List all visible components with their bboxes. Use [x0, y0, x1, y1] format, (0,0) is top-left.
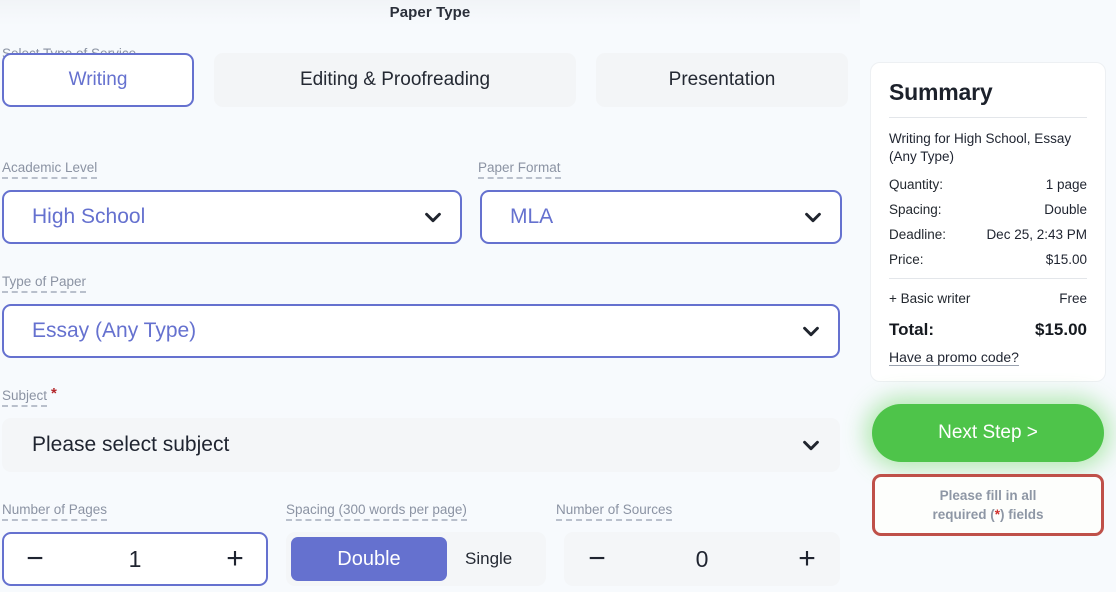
chevron-down-icon — [422, 206, 444, 228]
sources-decrement-button[interactable]: − — [566, 534, 628, 584]
type-of-paper-label-row: Type of Paper — [2, 273, 87, 293]
summary-row-spacing-value: Double — [1044, 202, 1087, 217]
subject-label-row: Subject * — [2, 385, 57, 407]
page-title: Paper Type — [389, 4, 471, 21]
summary-row-quantity-value: 1 page — [1045, 177, 1087, 192]
promo-code-link[interactable]: Have a promo code? — [889, 349, 1019, 366]
spacing-option-single[interactable]: Single — [449, 537, 528, 581]
validation-warning-line1: Please fill in all — [939, 488, 1037, 503]
sources-stepper[interactable]: − 0 + — [564, 532, 840, 586]
service-tab-writing[interactable]: Writing — [2, 53, 194, 107]
sources-increment-button[interactable]: + — [776, 534, 838, 584]
sources-label-row: Number of Sources — [556, 501, 673, 521]
service-tab-writing-label: Writing — [68, 69, 128, 90]
paper-format-label-row: Paper Format — [478, 159, 561, 179]
subject-row: Please select subject — [2, 418, 840, 472]
service-tab-presentation-label: Presentation — [668, 69, 776, 90]
pages-value: 1 — [128, 545, 142, 572]
subject-select[interactable]: Please select subject — [2, 418, 840, 472]
academic-level-select[interactable]: High School — [2, 190, 462, 244]
pages-label-row: Number of Pages — [2, 501, 108, 521]
paper-format-select[interactable]: MLA — [480, 190, 842, 244]
summary-description: Writing for High School, Essay (Any Type… — [889, 131, 1072, 164]
spacing-option-double[interactable]: Double — [291, 537, 447, 581]
sources-value: 0 — [695, 545, 709, 572]
order-form: Select Type of Service Writing Editing &… — [0, 26, 860, 592]
service-tab-presentation[interactable]: Presentation — [596, 53, 848, 107]
academic-level-value: High School — [32, 205, 146, 228]
academic-level-label-row: Academic Level — [2, 159, 98, 179]
required-asterisk: * — [51, 385, 57, 402]
chevron-down-icon — [800, 320, 822, 342]
validation-warning-line2: required (*) fields — [932, 505, 1043, 524]
pages-stepper[interactable]: − 1 + — [2, 532, 268, 586]
pages-label: Number of Pages — [2, 501, 108, 521]
spacing-label: Spacing (300 words per page) — [286, 501, 467, 521]
quantity-controls-row: − 1 + Double Single − 0 + — [2, 532, 840, 586]
summary-row-writer-key: + Basic writer — [889, 291, 971, 306]
type-of-paper-value: Essay (Any Type) — [32, 319, 197, 342]
summary-row-deadline-value: Dec 25, 2:43 PM — [986, 227, 1087, 242]
summary-divider-top — [889, 117, 1087, 118]
level-format-row: High School MLA — [2, 190, 842, 244]
actions: Next Step > Please fill in all required … — [870, 404, 1106, 536]
spacing-label-row: Spacing (300 words per page) — [286, 501, 467, 521]
academic-level-label: Academic Level — [2, 159, 98, 179]
summary-sidebar: Summary Writing for High School, Essay (… — [860, 0, 1116, 592]
summary-row-quantity-key: Quantity: — [889, 177, 944, 192]
validation-warning-line2-prefix: required ( — [932, 507, 995, 522]
service-tab-editing-proofreading[interactable]: Editing & Proofreading — [214, 53, 576, 107]
spacing-toggle: Double Single — [286, 532, 546, 586]
paper-format-label: Paper Format — [478, 159, 561, 179]
next-step-button[interactable]: Next Step > — [872, 404, 1104, 462]
paper-format-value: MLA — [510, 205, 554, 228]
summary-row-price-key: Price: — [889, 252, 924, 267]
summary-row-writer: + Basic writer Free — [889, 291, 1087, 306]
summary-row-price-value: $15.00 — [1045, 252, 1087, 267]
subject-label: Subject — [2, 387, 48, 407]
chevron-down-icon — [800, 434, 822, 456]
summary-row-deadline: Deadline: Dec 25, 2:43 PM — [889, 227, 1087, 242]
service-tab-editing-proofreading-label: Editing & Proofreading — [299, 69, 491, 90]
page-header: Paper Type — [0, 0, 860, 26]
summary-row-quantity: Quantity: 1 page — [889, 177, 1087, 192]
validation-warning: Please fill in all required (*) fields — [872, 474, 1104, 536]
summary-row-spacing: Spacing: Double — [889, 202, 1087, 217]
summary-row-writer-value: Free — [1059, 291, 1087, 306]
subject-value: Please select subject — [32, 433, 230, 456]
type-of-paper-row: Essay (Any Type) — [2, 304, 840, 358]
summary-row-deadline-key: Deadline: — [889, 227, 947, 242]
summary-total-value: $15.00 — [1035, 320, 1087, 339]
summary-total: Total: $15.00 — [889, 320, 1087, 340]
summary-row-price: Price: $15.00 — [889, 252, 1087, 267]
summary-title: Summary — [889, 79, 993, 105]
pages-decrement-button[interactable]: − — [4, 534, 66, 584]
chevron-down-icon — [802, 206, 824, 228]
service-tabs: Writing Editing & Proofreading Presentat… — [2, 53, 848, 107]
type-of-paper-label: Type of Paper — [2, 273, 87, 293]
pages-increment-button[interactable]: + — [204, 534, 266, 584]
summary-row-spacing-key: Spacing: — [889, 202, 942, 217]
summary-card: Summary Writing for High School, Essay (… — [870, 62, 1106, 382]
type-of-paper-select[interactable]: Essay (Any Type) — [2, 304, 840, 358]
summary-divider-bottom — [889, 278, 1087, 279]
sources-label: Number of Sources — [556, 501, 673, 521]
validation-warning-line2-suffix: ) fields — [1000, 507, 1044, 522]
summary-total-key: Total: — [889, 320, 935, 339]
